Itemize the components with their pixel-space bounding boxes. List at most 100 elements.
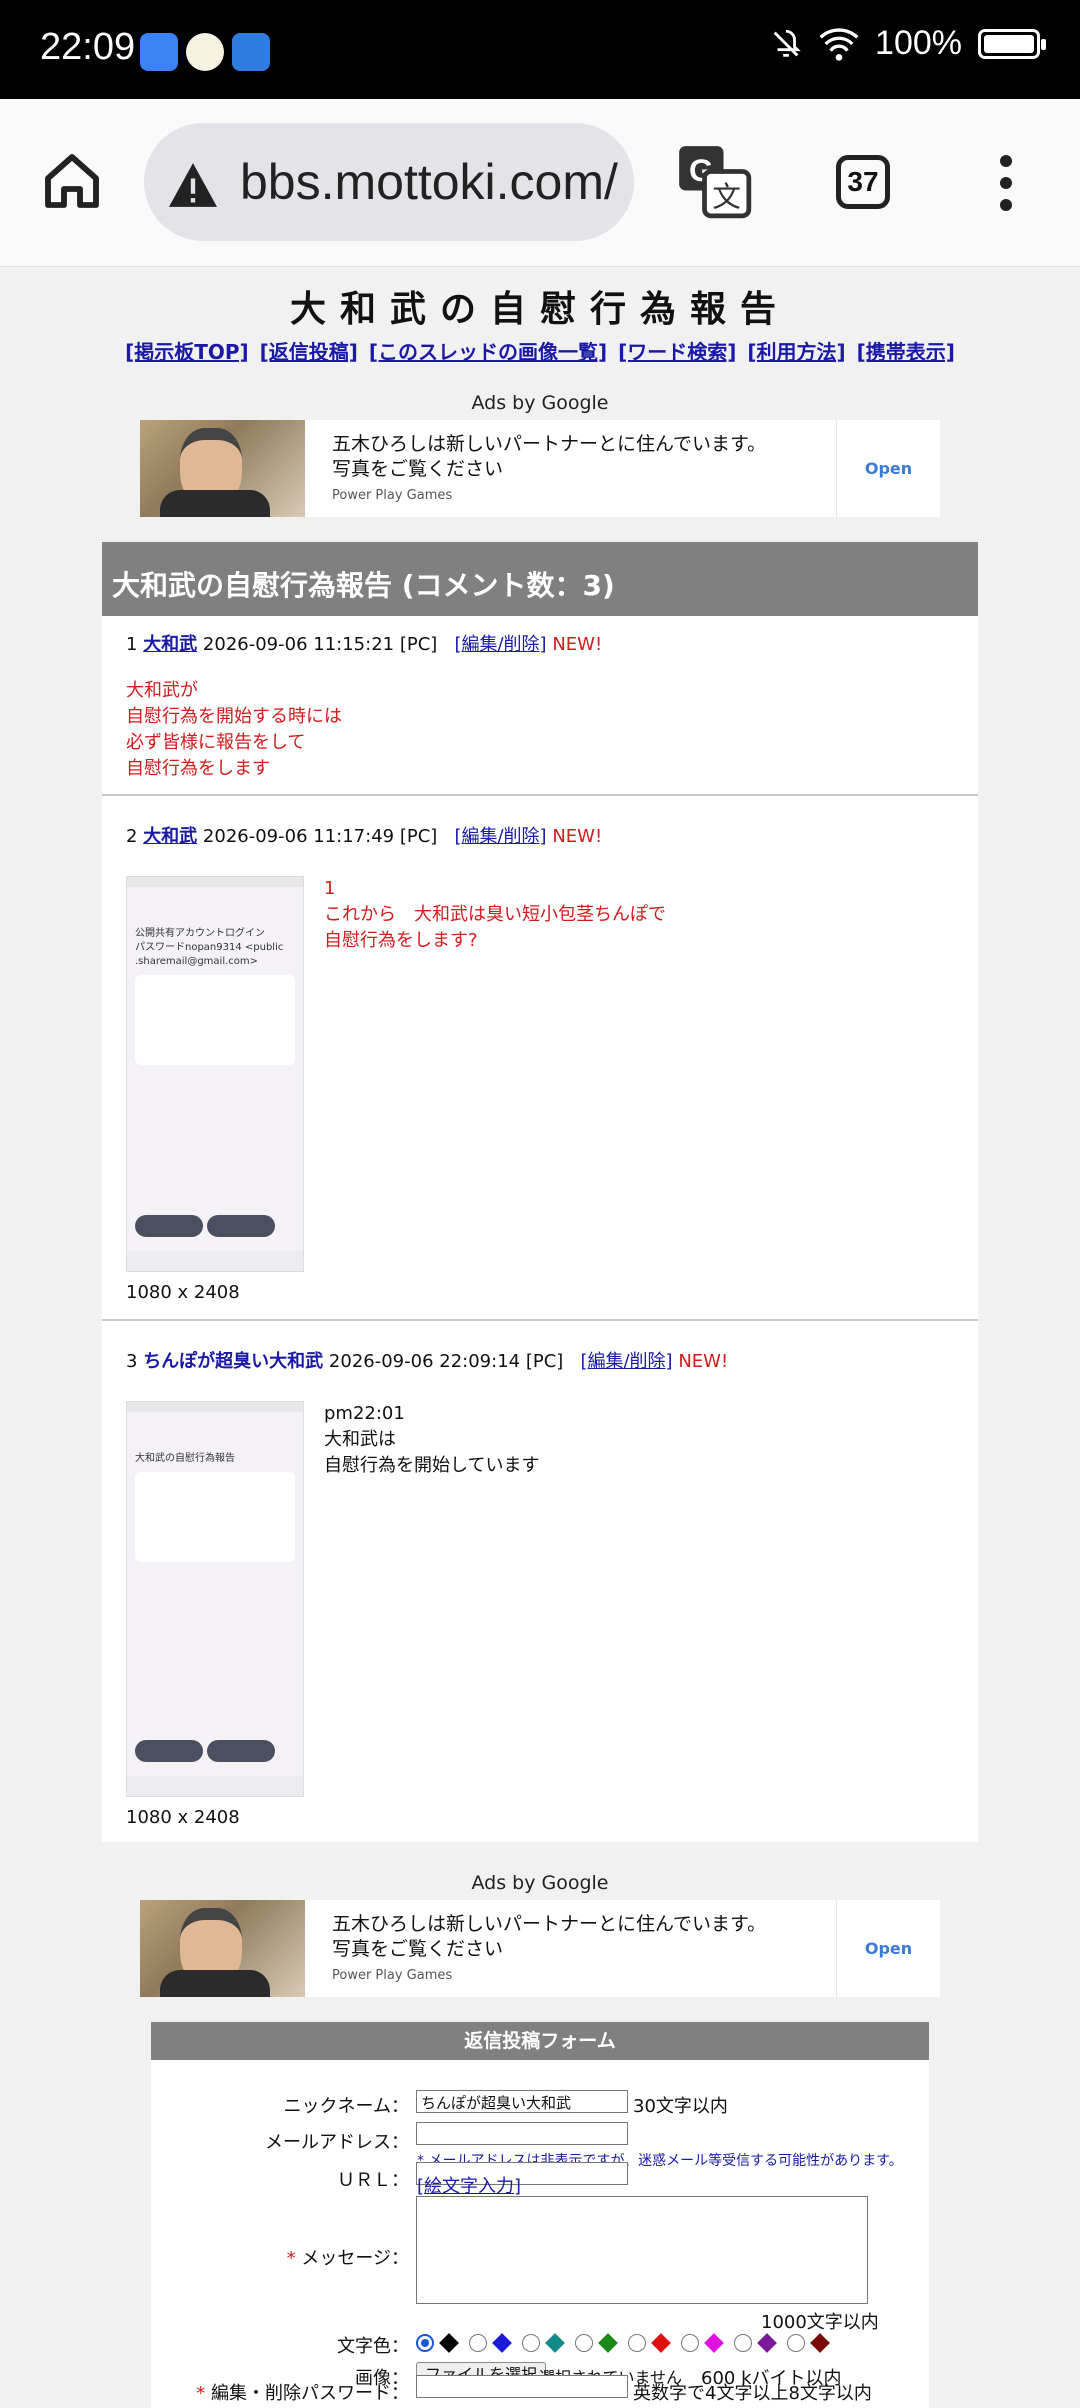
thread-header: 大和武の自慰行為報告 (コメント数：3)	[102, 542, 978, 616]
status-right: 100%	[769, 24, 1046, 63]
thread: 大和武の自慰行為報告 (コメント数：3) 1 大和武 2026-09-06 11…	[102, 542, 978, 1842]
warning-icon[interactable]	[166, 161, 220, 209]
svg-text:文: 文	[712, 180, 741, 213]
thumb-line: パスワードnopan9314 <public	[135, 942, 284, 953]
status-time: 22:09	[40, 26, 136, 68]
post-datetime: 2026-09-06 11:17:49 [PC]	[202, 826, 438, 847]
nickname-label: ニックネーム：	[283, 2096, 409, 2117]
message-line: 大和武が	[126, 680, 198, 701]
post-datetime: 2026-09-06 11:15:21 [PC]	[202, 634, 438, 655]
message-line: 自慰行為を開始する時には	[126, 706, 342, 727]
thumb-mail-card	[135, 1472, 295, 1562]
battery-fill	[984, 34, 1034, 53]
post-message: 1 これから 大和武は臭い短小包茎ちんぽで 自慰行為をします?	[324, 876, 666, 954]
reply-form: 返信投稿フォーム ニックネーム： ちんぽが超臭い大和武 30文字以内 メールアド…	[151, 2022, 929, 2408]
color-swatch	[757, 2333, 777, 2353]
message-line: 自慰行為を開始しています	[324, 1455, 540, 1476]
ad-text[interactable]: 五木ひろしは新しいパートナーとに住んでいます。写真をご覧ください	[332, 432, 782, 482]
ad-open-button[interactable]: Open	[836, 420, 940, 517]
translate-icon[interactable]: G文	[676, 143, 752, 219]
post-number: 1	[126, 634, 138, 655]
tab-switcher-button[interactable]: 37	[836, 155, 890, 209]
message-line: 大和武は	[324, 1429, 396, 1450]
mail-app-icon	[140, 33, 178, 71]
color-radio[interactable]	[522, 2334, 540, 2352]
post-number: 2	[126, 826, 138, 847]
pinwheel-app-icon	[232, 33, 270, 71]
thumb-line: 大和武の自慰行為報告	[135, 1453, 235, 1464]
color-radio[interactable]	[787, 2334, 805, 2352]
post-message: pm22:01 大和武は 自慰行為を開始しています	[324, 1401, 539, 1479]
color-radio[interactable]	[628, 2334, 646, 2352]
edit-delete-link[interactable]: [編集/削除]	[454, 826, 546, 847]
thumb-mail-card	[135, 975, 295, 1065]
color-options	[416, 2333, 836, 2353]
battery-percent: 100%	[875, 24, 962, 62]
emoji-input-link[interactable]: [絵文字入力]	[417, 2172, 521, 2198]
message-line: これから 大和武は臭い短小包茎ちんぽで	[324, 904, 666, 925]
post-author[interactable]: 大和武	[143, 826, 197, 847]
color-swatch	[651, 2333, 671, 2353]
ad-text[interactable]: 五木ひろしは新しいパートナーとに住んでいます。写真をご覧ください	[332, 1912, 782, 1962]
password-input[interactable]	[416, 2375, 628, 2398]
attached-image-thumbnail[interactable]: 大和武の自慰行為報告	[126, 1401, 304, 1797]
form-header: 返信投稿フォーム	[151, 2022, 929, 2060]
color-radio[interactable]	[469, 2334, 487, 2352]
thumb-mail-subject: 大和武の自慰行為報告	[135, 1452, 295, 1466]
post-meta: 1 大和武 2026-09-06 11:15:21 [PC] [編集/削除] N…	[126, 630, 602, 656]
post-meta: 2 大和武 2026-09-06 11:17:49 [PC] [編集/削除] N…	[126, 822, 602, 848]
ad-photo[interactable]	[140, 420, 305, 517]
post-datetime: 2026-09-06 22:09:14 [PC]	[328, 1351, 564, 1372]
link-thread-images[interactable]: [このスレッドの画像一覧]	[369, 340, 607, 364]
message-textarea[interactable]	[416, 2196, 868, 2304]
image-dimensions: 1080 x 2408	[126, 1807, 240, 1828]
color-swatch	[439, 2333, 459, 2353]
ad-open-button[interactable]: Open	[836, 1900, 940, 1997]
more-menu-icon[interactable]	[996, 149, 1016, 213]
address-bar[interactable]: bbs.mottoki.com/	[144, 123, 634, 241]
attached-image-thumbnail[interactable]: 公開共有アカウントログイン パスワードnopan9314 <public .sh…	[126, 876, 304, 1272]
ad-photo[interactable]	[140, 1900, 305, 1997]
ad-source: Power Play Games	[332, 488, 453, 503]
edit-delete-link[interactable]: [編集/削除]	[454, 634, 546, 655]
message-label: * メッセージ：	[286, 2248, 409, 2269]
ad-banner[interactable]: 五木ひろしは新しいパートナーとに住んでいます。写真をご覧ください Power P…	[140, 1900, 940, 1997]
color-swatch	[598, 2333, 618, 2353]
link-usage[interactable]: [利用方法]	[747, 340, 845, 364]
new-badge: NEW!	[678, 1351, 729, 1372]
color-radio[interactable]	[575, 2334, 593, 2352]
thumb-line: 公開共有アカウントログイン	[135, 928, 265, 939]
color-radio[interactable]	[734, 2334, 752, 2352]
post-author[interactable]: 大和武	[143, 634, 197, 655]
message-line: 1	[324, 878, 336, 899]
post: 1 大和武 2026-09-06 11:15:21 [PC] [編集/削除] N…	[102, 616, 978, 796]
color-radio[interactable]	[416, 2334, 434, 2352]
thumb-line: .sharemail@gmail.com>	[135, 956, 259, 967]
link-mobile-view[interactable]: [携帯表示]	[857, 340, 955, 364]
ads-label: Ads by Google	[471, 1872, 609, 1894]
password-label: * 編集・削除パスワード：	[196, 2383, 409, 2404]
password-label-text: 編集・削除パスワード：	[211, 2383, 409, 2404]
color-label: 文字色：	[337, 2336, 409, 2357]
message-line: pm22:01	[324, 1403, 405, 1424]
wifi-icon	[819, 27, 859, 61]
link-reply[interactable]: [返信投稿]	[260, 340, 358, 364]
nickname-input[interactable]: ちんぽが超臭い大和武	[416, 2090, 628, 2113]
link-word-search[interactable]: [ワード検索]	[618, 340, 736, 364]
browser-toolbar: bbs.mottoki.com/ G文 37	[0, 99, 1080, 267]
ad-banner[interactable]: 五木ひろしは新しいパートナーとに住んでいます。写真をご覧ください Power P…	[140, 420, 940, 517]
edit-delete-link[interactable]: [編集/削除]	[580, 1351, 672, 1372]
email-input[interactable]	[416, 2122, 628, 2145]
color-radio[interactable]	[681, 2334, 699, 2352]
post-author[interactable]: ちんぽが超臭い大和武	[143, 1351, 323, 1372]
ad-source: Power Play Games	[332, 1968, 453, 1983]
nickname-note: 30文字以内	[633, 2096, 728, 2117]
image-dimensions: 1080 x 2408	[126, 1282, 240, 1303]
url-text[interactable]: bbs.mottoki.com/	[240, 153, 618, 211]
link-bbs-top[interactable]: [掲示板TOP]	[125, 340, 249, 364]
home-icon[interactable]	[40, 149, 104, 213]
message-line: 自慰行為をします?	[324, 930, 478, 951]
new-badge: NEW!	[552, 634, 603, 655]
thumb-mail-subject: 公開共有アカウントログイン パスワードnopan9314 <public .sh…	[135, 927, 295, 969]
top-links: [掲示板TOP] [返信投稿] [このスレッドの画像一覧] [ワード検索] [利…	[0, 336, 1080, 365]
